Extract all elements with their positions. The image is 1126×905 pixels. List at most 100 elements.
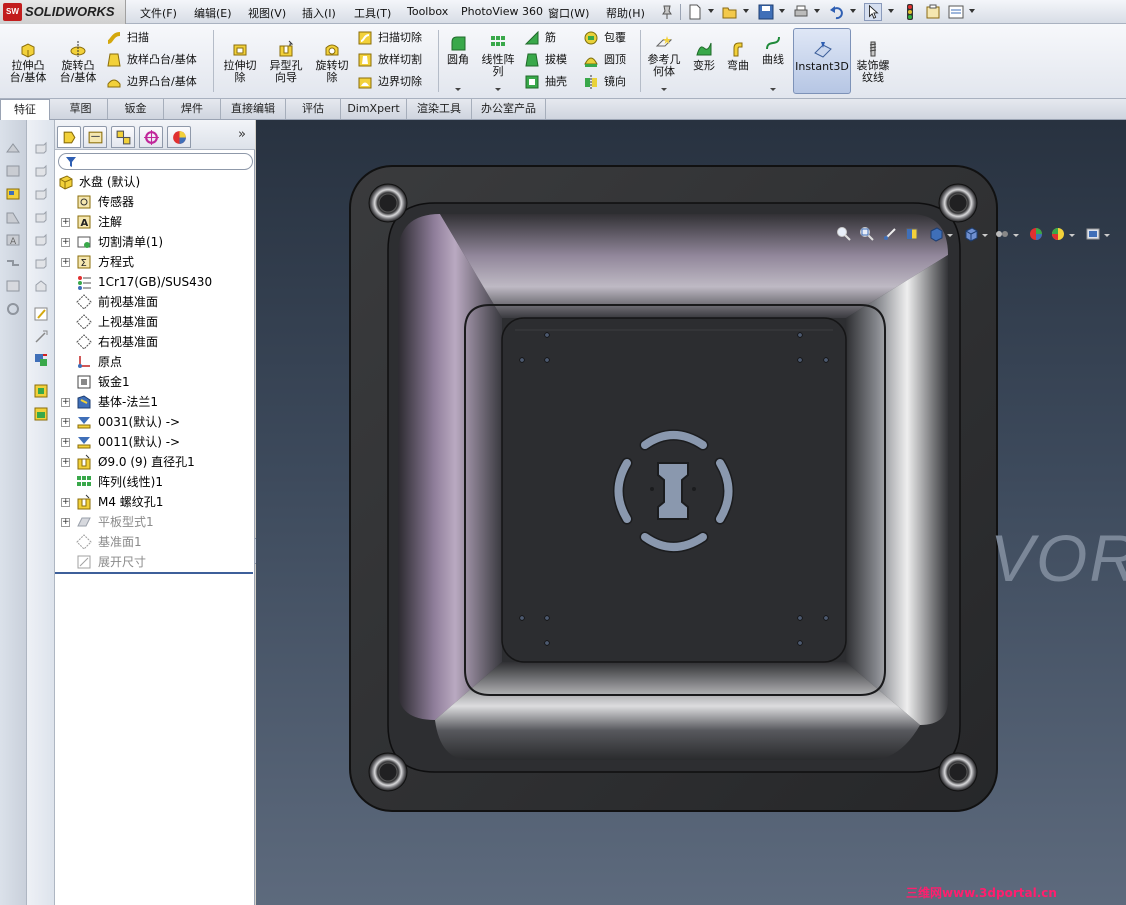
expand-toggle-icon[interactable]: + bbox=[61, 258, 70, 267]
jog-icon[interactable] bbox=[5, 255, 21, 271]
lofted-bend-icon[interactable] bbox=[33, 186, 49, 202]
rebuild-icon[interactable] bbox=[901, 3, 919, 21]
chevron-down-icon[interactable] bbox=[888, 9, 894, 13]
menu-photoview[interactable]: PhotoView 360 bbox=[461, 5, 543, 18]
options-icon[interactable] bbox=[947, 3, 965, 21]
chevron-down-icon[interactable] bbox=[1104, 234, 1110, 237]
menu-file[interactable]: 文件(F) bbox=[140, 5, 177, 21]
chevron-down-icon[interactable] bbox=[1069, 234, 1075, 237]
tab-property-manager[interactable] bbox=[83, 126, 107, 148]
tree-item-flat-pattern[interactable]: + 平板型式1 bbox=[55, 512, 255, 532]
reference-geometry-button[interactable]: 参考几 何体 bbox=[644, 34, 684, 78]
dome-button[interactable]: 圆顶 bbox=[583, 52, 626, 70]
chevron-down-icon[interactable] bbox=[743, 9, 749, 13]
pushpin-icon[interactable] bbox=[658, 3, 676, 21]
cross-break-icon[interactable] bbox=[5, 301, 21, 317]
tab-dimxpert[interactable]: DimXpert bbox=[341, 99, 407, 119]
sketched-bend-icon[interactable] bbox=[5, 278, 21, 294]
unfold-icon[interactable] bbox=[33, 255, 49, 271]
zoom-to-fit-icon[interactable] bbox=[836, 226, 852, 242]
miter-flange-icon[interactable] bbox=[5, 209, 21, 225]
revolve-cut-button[interactable]: 旋转切 除 bbox=[310, 40, 354, 84]
deform-button[interactable]: 变形 bbox=[688, 40, 720, 72]
tree-item-origin[interactable]: 原点 bbox=[55, 352, 255, 372]
boundary-cut-button[interactable]: 边界切除 bbox=[357, 74, 422, 92]
wrap-button[interactable]: 包覆 bbox=[583, 30, 626, 48]
hem-icon[interactable]: A bbox=[5, 232, 21, 248]
edge-flange-icon[interactable] bbox=[5, 186, 21, 202]
flex-button[interactable]: 弯曲 bbox=[722, 40, 754, 72]
section-view-icon[interactable] bbox=[904, 226, 920, 242]
tree-item-annotations[interactable]: + A 注解 bbox=[55, 212, 255, 232]
tree-item-front-plane[interactable]: 前视基准面 bbox=[55, 292, 255, 312]
tab-sheet-metal[interactable]: 钣金 bbox=[108, 99, 164, 119]
extrude-cut-button[interactable]: 拉伸切 除 bbox=[218, 40, 262, 84]
tree-item-material[interactable]: 1Cr17(GB)/SUS430 bbox=[55, 272, 255, 292]
smart-dimension-icon[interactable] bbox=[33, 329, 49, 345]
rip-icon[interactable] bbox=[33, 209, 49, 225]
view-settings-icon[interactable] bbox=[1085, 226, 1101, 242]
view-orientation-icon[interactable] bbox=[928, 226, 944, 242]
forming-tool-icon[interactable] bbox=[33, 406, 49, 422]
chevron-down-icon[interactable] bbox=[495, 88, 501, 91]
tab-sketch[interactable]: 草图 bbox=[54, 99, 108, 119]
tab-display-manager[interactable] bbox=[167, 126, 191, 148]
corners-icon[interactable] bbox=[33, 383, 49, 399]
tree-item-forming-0011[interactable]: + 0011(默认) -> bbox=[55, 432, 255, 452]
sketch-pencil-icon[interactable] bbox=[33, 306, 49, 322]
expand-panel-icon[interactable]: » bbox=[238, 127, 246, 142]
tab-flange-icon[interactable] bbox=[5, 163, 21, 179]
insert-bends-icon[interactable] bbox=[33, 232, 49, 248]
menu-tools[interactable]: 工具(T) bbox=[354, 5, 391, 21]
rib-button[interactable]: 筋 bbox=[524, 30, 556, 48]
menu-help[interactable]: 帮助(H) bbox=[606, 5, 645, 21]
chevron-down-icon[interactable] bbox=[455, 88, 461, 91]
chevron-down-icon[interactable] bbox=[779, 9, 785, 13]
extrude-boss-button[interactable]: 拉伸凸 台/基体 bbox=[6, 40, 50, 84]
tab-direct-editing[interactable]: 直接编辑 bbox=[221, 99, 286, 119]
chevron-down-icon[interactable] bbox=[969, 9, 975, 13]
fold-icon[interactable] bbox=[33, 278, 49, 294]
edit-appearance-icon[interactable] bbox=[1028, 226, 1044, 242]
menu-edit[interactable]: 编辑(E) bbox=[194, 5, 232, 21]
expand-toggle-icon[interactable]: + bbox=[61, 498, 70, 507]
expand-toggle-icon[interactable]: + bbox=[61, 238, 70, 247]
linear-pattern-button[interactable]: 线性阵 列 bbox=[478, 34, 518, 78]
chevron-down-icon[interactable] bbox=[947, 234, 953, 237]
previous-view-icon[interactable] bbox=[882, 226, 898, 242]
tree-item-plane1[interactable]: 基准面1 bbox=[55, 532, 255, 552]
file-properties-icon[interactable] bbox=[924, 3, 942, 21]
graphics-area[interactable] bbox=[256, 120, 1126, 905]
expand-toggle-icon[interactable]: + bbox=[61, 398, 70, 407]
sheet-metal-icon[interactable] bbox=[5, 140, 21, 156]
base-flange-icon[interactable] bbox=[33, 140, 49, 156]
tree-item-tapped-hole[interactable]: + M4 螺纹孔1 bbox=[55, 492, 255, 512]
tab-features[interactable]: 特征 bbox=[0, 99, 50, 120]
tree-item-linear-pattern[interactable]: 阵列(线性)1 bbox=[55, 472, 255, 492]
tree-item-unfold-size[interactable]: 展开尺寸 bbox=[55, 552, 255, 572]
menu-insert[interactable]: 插入(I) bbox=[302, 5, 336, 21]
convert-to-sheet-metal-icon[interactable] bbox=[33, 163, 49, 179]
tree-item-sensors[interactable]: 传感器 bbox=[55, 192, 255, 212]
chevron-down-icon[interactable] bbox=[661, 88, 667, 91]
lofted-cut-button[interactable]: 放样切割 bbox=[357, 52, 422, 70]
tab-configuration-manager[interactable] bbox=[111, 126, 135, 148]
open-folder-icon[interactable] bbox=[721, 3, 739, 21]
save-icon[interactable] bbox=[757, 3, 775, 21]
cosmetic-thread-button[interactable]: 装饰螺 纹线 bbox=[853, 40, 893, 84]
shell-button[interactable]: 抽壳 bbox=[524, 74, 567, 92]
print-icon[interactable] bbox=[792, 3, 810, 21]
chevron-down-icon[interactable] bbox=[982, 234, 988, 237]
chevron-down-icon[interactable] bbox=[1013, 234, 1019, 237]
menu-toolbox[interactable]: Toolbox bbox=[407, 5, 448, 18]
tree-item-equations[interactable]: + Σ 方程式 bbox=[55, 252, 255, 272]
apply-scene-icon[interactable] bbox=[1050, 226, 1066, 242]
tree-filter-input[interactable] bbox=[58, 153, 253, 170]
chevron-down-icon[interactable] bbox=[814, 9, 820, 13]
tree-item-top-plane[interactable]: 上视基准面 bbox=[55, 312, 255, 332]
rollback-bar[interactable] bbox=[55, 572, 253, 574]
expand-toggle-icon[interactable]: + bbox=[61, 458, 70, 467]
tree-item-right-plane[interactable]: 右视基准面 bbox=[55, 332, 255, 352]
expand-toggle-icon[interactable]: + bbox=[61, 418, 70, 427]
chevron-down-icon[interactable] bbox=[708, 9, 714, 13]
